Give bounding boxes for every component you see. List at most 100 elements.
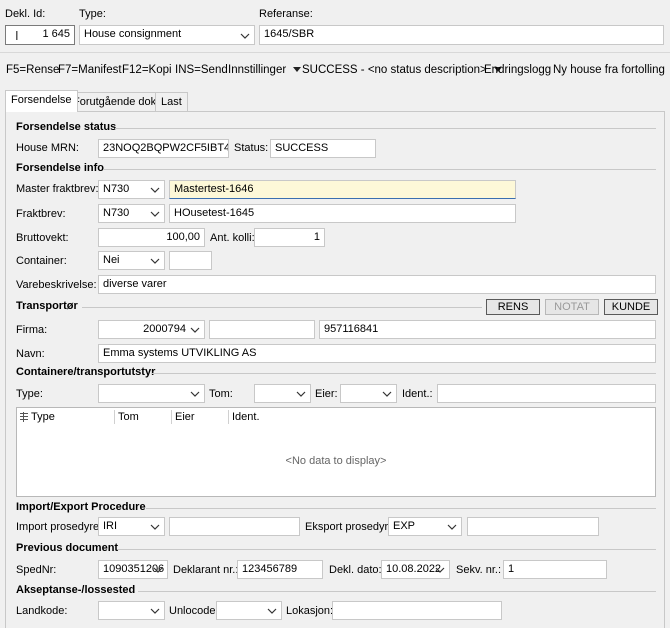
status-menu[interactable]: SUCCESS - <no status description> bbox=[302, 64, 502, 76]
section-previous-document: Previous document bbox=[16, 542, 119, 554]
fraktbrev-label: Fraktbrev: bbox=[16, 208, 66, 220]
chevron-down-icon bbox=[150, 258, 160, 264]
master-fraktbrev-label: Master fraktbrev: bbox=[16, 183, 99, 195]
unlocode-select[interactable] bbox=[216, 601, 282, 620]
tab-forsendelse[interactable]: Forsendelse bbox=[5, 90, 78, 112]
ant-kolli-input[interactable]: 1 bbox=[254, 228, 325, 247]
notat-button[interactable]: NOTAT bbox=[545, 299, 599, 315]
dekl-id-input[interactable]: I 1 645 bbox=[5, 25, 75, 45]
referanse-input[interactable]: 1645/SBR bbox=[259, 25, 664, 45]
lokasjon-label: Lokasjon: bbox=[286, 605, 334, 617]
section-forsendelse-status: Forsendelse status bbox=[16, 121, 117, 133]
container-label: Container: bbox=[16, 255, 67, 267]
ant-kolli-label: Ant. kolli: bbox=[210, 232, 255, 244]
header-divider bbox=[0, 52, 670, 53]
ident-label: Ident.: bbox=[402, 388, 433, 400]
status-menu-label: SUCCESS - <no status description> bbox=[302, 64, 487, 76]
container-type-select[interactable] bbox=[98, 384, 205, 403]
innstillinger-menu[interactable]: Innstillinger bbox=[228, 64, 302, 76]
navn-label: Navn: bbox=[16, 348, 45, 360]
grid-header-tom[interactable]: Tom bbox=[118, 411, 139, 423]
column-chooser-icon[interactable] bbox=[20, 412, 28, 422]
tom-select[interactable] bbox=[254, 384, 311, 403]
innstillinger-label: Innstillinger bbox=[228, 64, 287, 76]
varebeskrivelse-input[interactable]: diverse varer bbox=[98, 275, 656, 294]
import-prosedyre-extra-input[interactable] bbox=[169, 517, 300, 536]
container-grid[interactable]: Type Tom Eier Ident. <No data to display… bbox=[16, 407, 656, 497]
eksport-prosedyre-value: EXP bbox=[393, 520, 416, 532]
dekl-id-label: Dekl. Id: bbox=[5, 8, 46, 20]
fraktbrev-code-select[interactable]: N730 bbox=[98, 204, 165, 223]
kunde-button[interactable]: KUNDE bbox=[604, 299, 658, 315]
varebeskrivelse-label: Varebeskrivelse: bbox=[16, 279, 97, 291]
endringslogg-button[interactable]: Endringslogg bbox=[484, 64, 551, 76]
sekv-nr-input[interactable]: 1 bbox=[503, 560, 607, 579]
type-select-value: House consignment bbox=[84, 28, 182, 40]
chevron-down-icon bbox=[190, 391, 200, 397]
firma-value: 2000794 bbox=[143, 323, 186, 335]
section-import-export: Import/Export Procedure bbox=[16, 501, 146, 513]
chevron-down-icon bbox=[447, 524, 457, 530]
chevron-down-icon bbox=[150, 211, 160, 217]
firma-select[interactable]: 2000794 bbox=[98, 320, 205, 339]
section-divider bbox=[146, 508, 656, 509]
import-prosedyre-value: IRI bbox=[103, 520, 118, 532]
master-fraktbrev-code-select[interactable]: N730 bbox=[98, 180, 165, 199]
f5-rense-button[interactable]: F5=Rense bbox=[6, 64, 59, 76]
chevron-down-icon bbox=[150, 524, 160, 530]
section-transportor: Transportør bbox=[16, 300, 78, 312]
eksport-prosedyre-extra-input[interactable] bbox=[467, 517, 599, 536]
ins-send-button[interactable]: INS=Send bbox=[175, 64, 228, 76]
type-select[interactable]: House consignment bbox=[79, 25, 255, 45]
spednr-select[interactable]: 1090351206 bbox=[98, 560, 168, 579]
bruttovekt-input[interactable]: 100,00 bbox=[98, 228, 205, 247]
dekl-dato-label: Dekl. dato: bbox=[329, 564, 382, 576]
firma-extra-input[interactable] bbox=[209, 320, 315, 339]
tab-forutgaende-dok[interactable]: Forutgående dok. bbox=[67, 92, 166, 112]
section-divider bbox=[117, 549, 656, 550]
tab-last[interactable]: Last bbox=[155, 92, 188, 112]
lokasjon-input[interactable] bbox=[332, 601, 502, 620]
container-value: Nei bbox=[103, 254, 120, 266]
chevron-down-icon bbox=[296, 391, 306, 397]
type-label: Type: bbox=[79, 8, 106, 20]
tom-label: Tom: bbox=[209, 388, 233, 400]
landkode-label: Landkode: bbox=[16, 605, 68, 617]
sekv-nr-label: Sekv. nr.: bbox=[456, 564, 502, 576]
section-forsendelse-info: Forsendelse info bbox=[16, 162, 105, 174]
deklarant-nr-input[interactable]: 123456789 bbox=[237, 560, 323, 579]
f12-kopi-button[interactable]: F12=Kopi bbox=[122, 64, 172, 76]
status-input[interactable]: SUCCESS bbox=[270, 139, 376, 158]
column-divider bbox=[171, 410, 172, 424]
house-mrn-input[interactable]: 23NOQ2BQPW2CF5IBT4 bbox=[98, 139, 229, 158]
container-select[interactable]: Nei bbox=[98, 251, 165, 270]
dekl-dato-picker[interactable]: 10.08.2022 bbox=[381, 560, 450, 579]
chevron-down-icon bbox=[150, 187, 160, 193]
rens-button[interactable]: RENS bbox=[486, 299, 540, 315]
navn-input[interactable]: Emma systems UTVIKLING AS bbox=[98, 344, 656, 363]
firma-number-input[interactable]: 957116841 bbox=[319, 320, 656, 339]
container-extra-input[interactable] bbox=[169, 251, 212, 270]
ny-house-button[interactable]: Ny house fra fortolling bbox=[553, 64, 665, 76]
bruttovekt-label: Bruttovekt: bbox=[16, 232, 69, 244]
text-cursor-icon: I bbox=[15, 28, 19, 43]
fraktbrev-input[interactable]: HOusetest-1645 bbox=[169, 204, 516, 223]
column-divider bbox=[228, 410, 229, 424]
section-divider bbox=[115, 128, 656, 129]
f7-manifest-button[interactable]: F7=Manifest bbox=[58, 64, 122, 76]
fraktbrev-code-value: N730 bbox=[103, 207, 130, 219]
referanse-label: Referanse: bbox=[259, 8, 313, 20]
grid-header-type[interactable]: Type bbox=[31, 411, 55, 423]
chevron-down-icon bbox=[190, 327, 200, 333]
ident-input[interactable] bbox=[437, 384, 656, 403]
dekl-dato-value: 10.08.2022 bbox=[386, 563, 442, 575]
eksport-prosedyre-select[interactable]: EXP bbox=[388, 517, 462, 536]
grid-header-ident[interactable]: Ident. bbox=[232, 411, 260, 423]
landkode-select[interactable] bbox=[98, 601, 165, 620]
eier-select[interactable] bbox=[340, 384, 397, 403]
master-code-value: N730 bbox=[103, 183, 130, 195]
import-prosedyre-select[interactable]: IRI bbox=[98, 517, 165, 536]
master-fraktbrev-input[interactable]: Mastertest-1646 bbox=[169, 180, 516, 199]
chevron-down-icon bbox=[267, 608, 277, 614]
grid-header-eier[interactable]: Eier bbox=[175, 411, 195, 423]
